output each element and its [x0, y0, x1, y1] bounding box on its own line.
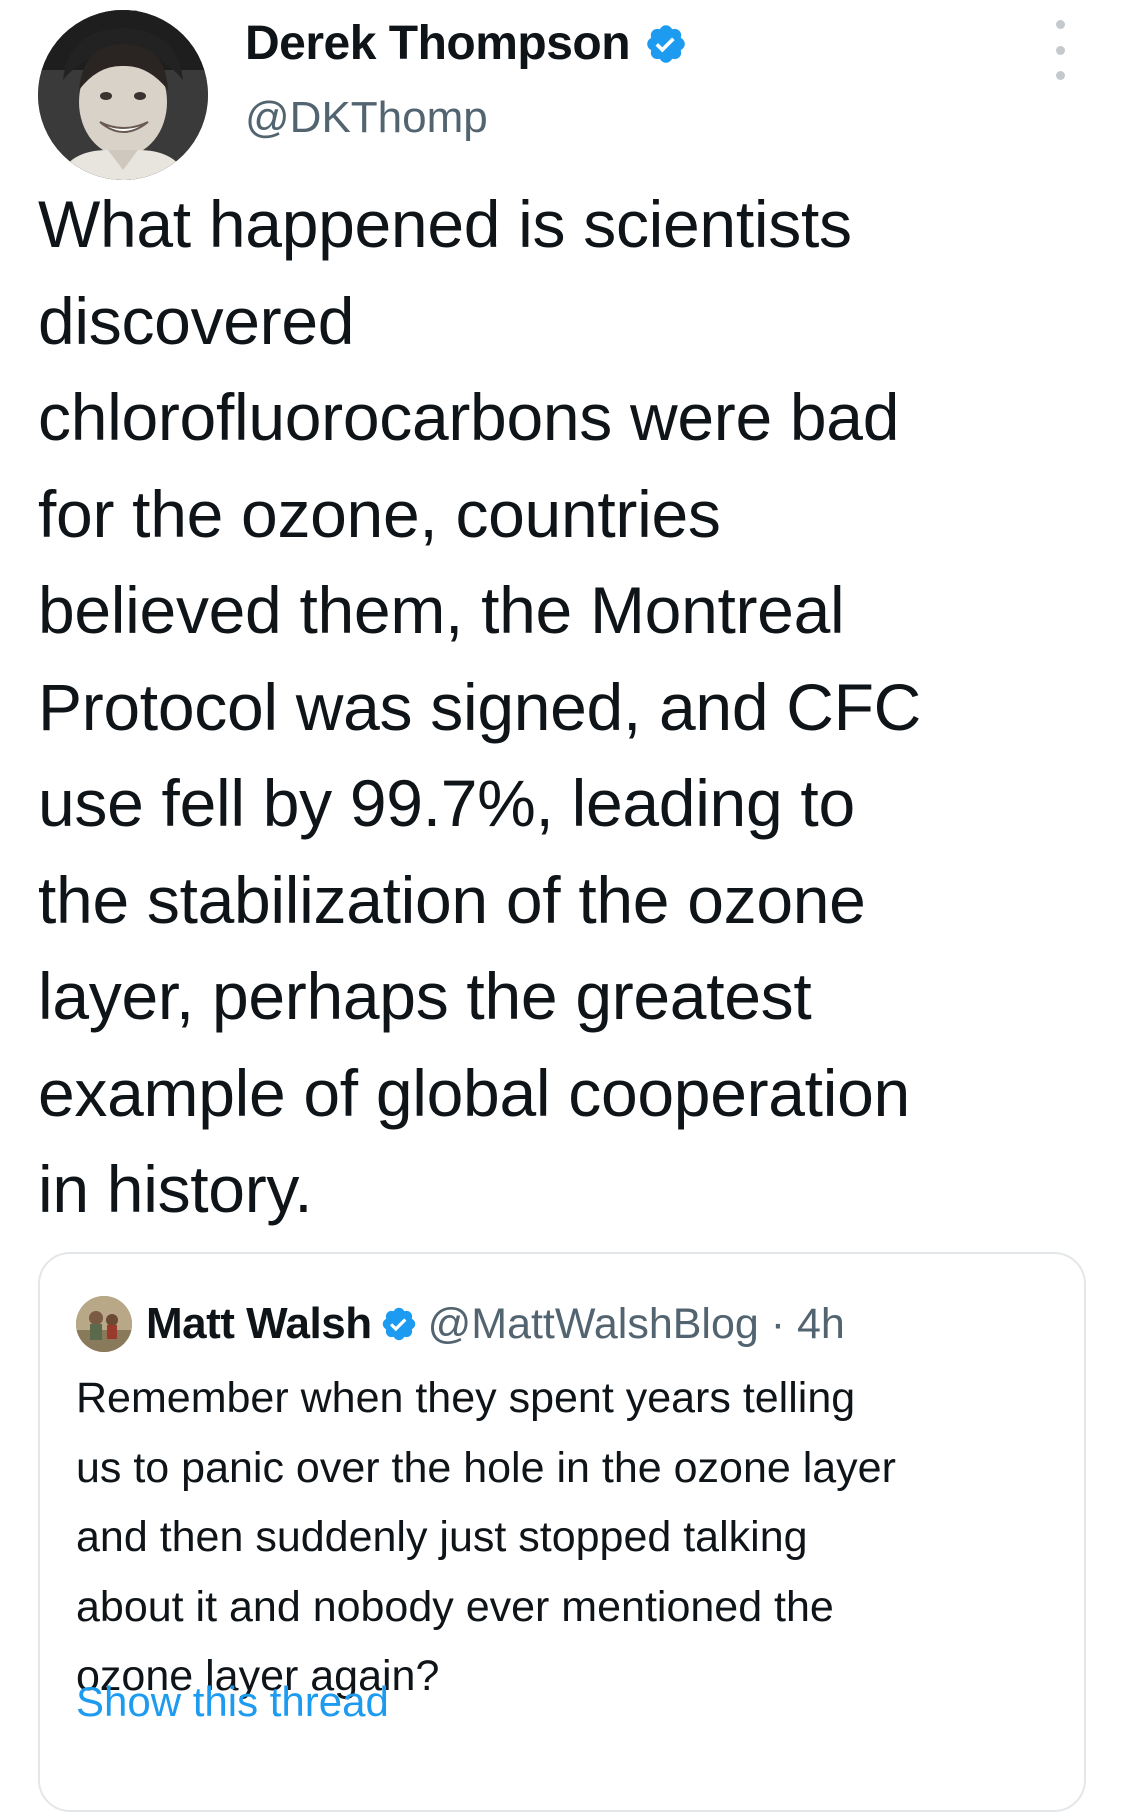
tweet-text-line: chlorofluorocarbons were bad	[38, 380, 900, 454]
quoted-text-line: Remember when they spent years telling	[76, 1374, 856, 1422]
more-dot	[1055, 71, 1065, 80]
verified-badge-icon	[382, 1307, 415, 1341]
quoted-text-line: and then suddenly just stopped talking	[76, 1513, 808, 1561]
quoted-author-name[interactable]: Matt Walsh	[146, 1299, 372, 1349]
tweet: Derek Thompson @DKThomp What happened is…	[0, 0, 1125, 1812]
tweet-text-line: layer, perhaps the greatest	[38, 959, 812, 1033]
quoted-author-avatar[interactable]	[76, 1296, 132, 1352]
tweet-text-line: discovered	[38, 283, 355, 358]
quoted-avatar-photo	[76, 1296, 132, 1352]
more-options-icon[interactable]	[1045, 20, 1075, 80]
tweet-text-line: example of global cooperation	[38, 1055, 910, 1130]
quoted-tweet-card[interactable]: Matt Walsh @MattWalshBlog · 4h Remember …	[38, 1252, 1086, 1812]
quoted-tweet-text: Remember when they spent years telling u…	[76, 1364, 1066, 1712]
author-handle[interactable]: @DKThomp	[245, 92, 488, 144]
quoted-text-line: us to panic over the hole in the ozone l…	[76, 1443, 896, 1492]
tweet-text: What happened is scientists discovered c…	[38, 176, 1098, 1238]
more-dot	[1055, 45, 1065, 55]
tweet-text-line: for the ozone, countries	[38, 476, 721, 551]
tweet-text-line: use fell by 99.7%, leading to	[38, 766, 855, 840]
tweet-text-line: What happened is scientists	[38, 187, 852, 261]
author-avatar[interactable]	[38, 10, 208, 180]
tweet-text-line: in history.	[38, 1152, 313, 1226]
quoted-author-handle-and-time[interactable]: @MattWalshBlog · 4h	[428, 1300, 845, 1349]
author-name-text: Derek Thompson	[245, 17, 631, 70]
tweet-text-line: believed them, the Montreal	[38, 573, 845, 647]
more-dot	[1055, 20, 1065, 29]
show-thread-link[interactable]: Show this thread	[76, 1674, 389, 1730]
quoted-tweet-header: Matt Walsh @MattWalshBlog · 4h	[76, 1296, 845, 1352]
verified-badge-icon	[647, 25, 685, 63]
avatar-photo	[38, 10, 208, 180]
author-display-name[interactable]: Derek Thompson	[245, 16, 688, 72]
tweet-text-line: Protocol was signed, and CFC	[38, 669, 922, 744]
quoted-text-line: about it and nobody ever mentioned the	[76, 1582, 834, 1631]
tweet-text-line: the stabilization of the ozone	[38, 862, 866, 937]
